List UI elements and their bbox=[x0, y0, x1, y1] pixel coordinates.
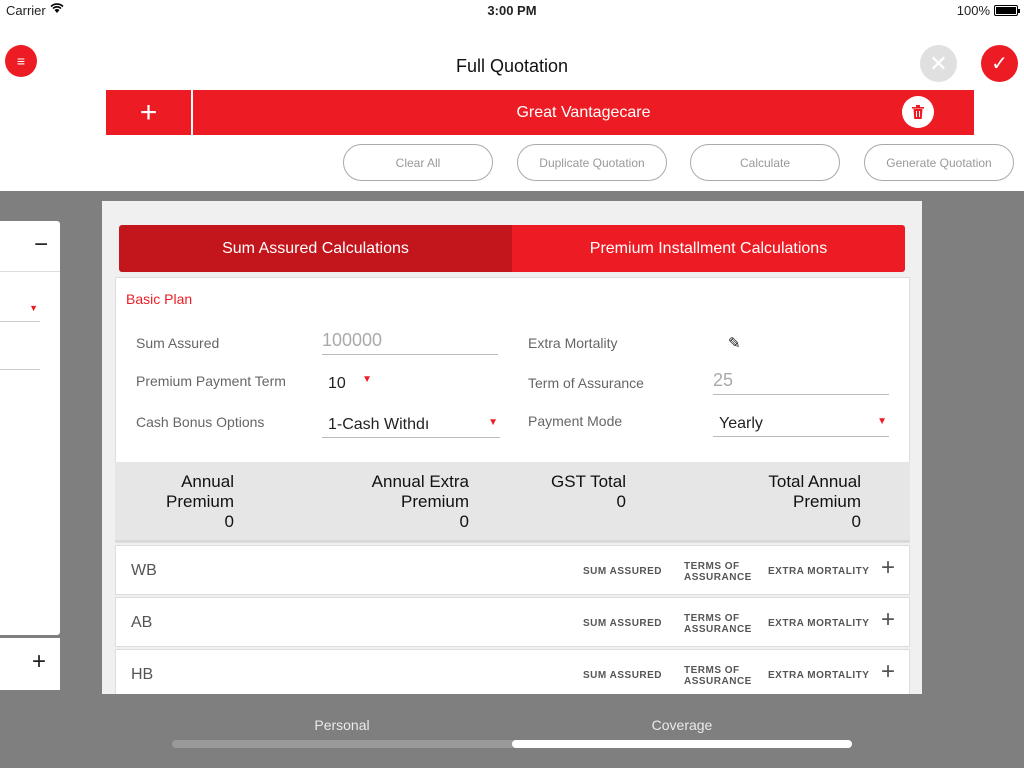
cash-bonus-options-value: 1-Cash Withdı bbox=[328, 416, 430, 433]
cash-bonus-options-select[interactable]: 1-Cash Withdı ▼ bbox=[322, 408, 500, 438]
annual-premium-total: Annual Premium 0 bbox=[166, 472, 234, 532]
sum-assured-column: SUM ASSURED bbox=[583, 618, 663, 629]
total-label: GST Total bbox=[551, 472, 626, 491]
add-rider-button[interactable]: + bbox=[881, 658, 895, 686]
duplicate-quotation-button[interactable]: Duplicate Quotation bbox=[517, 144, 667, 181]
extra-mortality-column: EXTRA MORTALITY bbox=[768, 566, 870, 577]
column-label: ASSURANCE bbox=[684, 676, 752, 687]
add-rider-button[interactable]: + bbox=[881, 554, 895, 582]
premium-totals: Annual Premium 0 Annual Extra Premium 0 … bbox=[115, 462, 910, 542]
field-underline bbox=[0, 321, 40, 322]
battery-icon bbox=[994, 5, 1020, 16]
column-label: TERMS OF bbox=[684, 561, 740, 572]
confirm-button[interactable]: ✓ bbox=[981, 45, 1018, 82]
rider-row-ab: AB SUM ASSURED TERMS OF ASSURANCE EXTRA M… bbox=[115, 597, 910, 647]
calculation-card: Sum Assured Calculations Premium Install… bbox=[102, 201, 922, 694]
payment-mode-label: Payment Mode bbox=[528, 413, 623, 429]
basic-plan-title: Basic Plan bbox=[126, 291, 193, 307]
header: ≡ Full Quotation ✕ ✓ + Great Vantagecare… bbox=[0, 22, 1024, 191]
add-rider-button[interactable]: + bbox=[881, 606, 895, 634]
term-of-assurance-value: 25 bbox=[713, 370, 734, 390]
total-label: Premium bbox=[165, 492, 234, 511]
total-label: Total Annual bbox=[768, 472, 861, 491]
page-title: Full Quotation bbox=[455, 56, 569, 76]
clear-all-button[interactable]: Clear All bbox=[343, 144, 493, 181]
add-button[interactable]: + bbox=[32, 648, 46, 676]
dropdown-arrow-icon: ▼ bbox=[488, 417, 498, 428]
rider-name: HB bbox=[131, 666, 154, 683]
total-label: Annual Extra bbox=[371, 472, 469, 491]
trash-icon bbox=[912, 105, 924, 119]
sum-assured-value: 100000 bbox=[322, 330, 383, 350]
close-icon: ✕ bbox=[929, 50, 948, 76]
delete-plan-button[interactable] bbox=[902, 96, 934, 128]
step-progress-active bbox=[512, 740, 852, 748]
terms-of-assurance-column: TERMS OF ASSURANCE bbox=[684, 613, 752, 635]
term-of-assurance-label: Term of Assurance bbox=[528, 375, 644, 391]
dropdown-arrow-icon: ▼ bbox=[877, 416, 887, 427]
left-panel: − ▼ bbox=[0, 221, 60, 635]
column-label: TERMS OF bbox=[684, 665, 740, 676]
total-annual-premium: Total Annual Premium 0 bbox=[768, 472, 861, 532]
battery-level: 100% bbox=[956, 3, 990, 18]
premium-payment-term-value: 10 bbox=[328, 375, 346, 392]
annual-extra-premium-total: Annual Extra Premium 0 bbox=[372, 472, 469, 532]
extra-mortality-label: Extra Mortality bbox=[528, 335, 618, 351]
total-value: 0 bbox=[851, 512, 861, 531]
column-label: ASSURANCE bbox=[684, 572, 752, 583]
rider-name: AB bbox=[131, 614, 153, 631]
collapse-button[interactable]: − bbox=[34, 231, 48, 259]
step-coverage[interactable]: Coverage bbox=[512, 717, 852, 733]
plan-tab-great-vantagecare[interactable]: Great Vantagecare bbox=[193, 90, 974, 135]
step-personal[interactable]: Personal bbox=[172, 717, 512, 733]
calculate-button[interactable]: Calculate bbox=[690, 144, 840, 181]
close-button[interactable]: ✕ bbox=[920, 45, 957, 82]
premium-payment-term-label: Premium Payment Term bbox=[136, 373, 286, 389]
column-label: TERMS OF bbox=[684, 613, 740, 624]
rider-row-hb: HB SUM ASSURED TERMS OF ASSURANCE EXTRA M… bbox=[115, 649, 910, 694]
tab-premium-installment-calculations[interactable]: Premium Installment Calculations bbox=[512, 225, 905, 272]
total-label: Premium bbox=[400, 492, 469, 511]
dropdown-arrow-icon[interactable]: ▼ bbox=[29, 303, 38, 313]
left-panel-add: + bbox=[0, 638, 60, 690]
total-value: 0 bbox=[224, 512, 234, 531]
payment-mode-value: Yearly bbox=[719, 415, 763, 432]
check-icon: ✓ bbox=[991, 53, 1008, 75]
step-indicator: Personal Coverage bbox=[0, 694, 1024, 768]
gst-total: GST Total 0 bbox=[551, 472, 626, 512]
divider bbox=[0, 271, 60, 272]
cash-bonus-options-label: Cash Bonus Options bbox=[136, 414, 265, 430]
rider-name: WB bbox=[131, 562, 157, 579]
extra-mortality-column: EXTRA MORTALITY bbox=[768, 618, 870, 629]
sum-assured-column: SUM ASSURED bbox=[583, 670, 663, 681]
plus-icon: + bbox=[139, 95, 158, 129]
pencil-icon[interactable]: ✎ bbox=[728, 334, 741, 352]
add-plan-button[interactable]: + bbox=[106, 90, 191, 135]
total-value: 0 bbox=[616, 492, 626, 511]
extra-mortality-column: EXTRA MORTALITY bbox=[768, 670, 870, 681]
total-label: Annual bbox=[181, 472, 234, 491]
field-underline bbox=[0, 369, 40, 370]
calculation-segmented-control: Sum Assured Calculations Premium Install… bbox=[119, 225, 905, 272]
plan-tab-label: Great Vantagecare bbox=[516, 103, 651, 121]
column-label: ASSURANCE bbox=[684, 624, 752, 635]
terms-of-assurance-column: TERMS OF ASSURANCE bbox=[684, 665, 752, 687]
total-label: Premium bbox=[792, 492, 861, 511]
rider-row-wb: WB SUM ASSURED TERMS OF ASSURANCE EXTRA M… bbox=[115, 545, 910, 595]
status-bar: Carrier 3:00 PM 100% bbox=[0, 0, 1024, 22]
payment-mode-select[interactable]: Yearly ▼ bbox=[713, 407, 889, 437]
generate-quotation-button[interactable]: Generate Quotation bbox=[864, 144, 1014, 181]
sum-assured-column: SUM ASSURED bbox=[583, 566, 663, 577]
sum-assured-input[interactable]: 100000 bbox=[322, 325, 498, 355]
terms-of-assurance-column: TERMS OF ASSURANCE bbox=[684, 561, 752, 583]
dropdown-arrow-icon: ▼ bbox=[362, 374, 372, 385]
term-of-assurance-input[interactable]: 25 bbox=[713, 365, 889, 395]
premium-payment-term-select[interactable]: 10 ▼ bbox=[322, 367, 372, 397]
clock: 3:00 PM bbox=[487, 3, 537, 18]
total-value: 0 bbox=[459, 512, 469, 531]
sum-assured-label: Sum Assured bbox=[136, 335, 220, 351]
tab-sum-assured-calculations[interactable]: Sum Assured Calculations bbox=[119, 225, 512, 272]
